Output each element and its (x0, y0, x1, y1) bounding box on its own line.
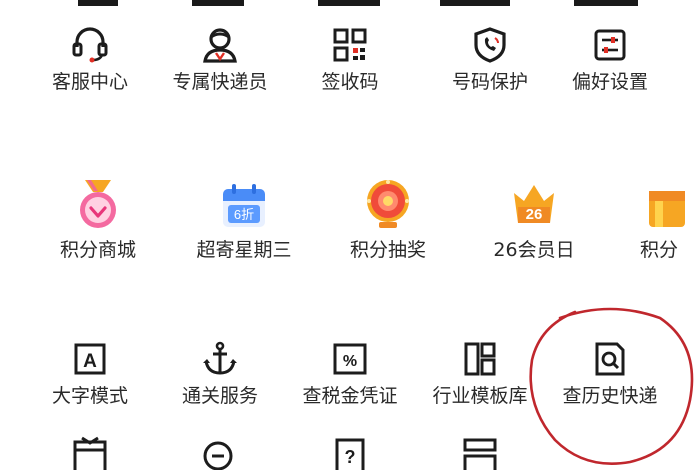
tax-receipt-icon: % (330, 340, 370, 378)
history-search-icon (590, 340, 630, 378)
anchor-icon (200, 340, 240, 378)
list-icon (460, 436, 500, 470)
medal-icon (70, 178, 126, 230)
clipped-item (574, 0, 638, 6)
crown-icon: 26 (508, 180, 560, 230)
calendar-badge: 6折 (234, 207, 254, 222)
tools-row: A 大字模式 通关服务 % 查税金凭证 行业模板库 查历史快递 (0, 340, 700, 420)
grid-item-label: 偏好设置 (571, 71, 648, 93)
big-font-glyph: A (83, 351, 97, 372)
headset-icon (70, 26, 110, 64)
template-grid-icon (460, 340, 500, 378)
crown-badge: 26 (526, 206, 543, 223)
clipped-item (440, 0, 510, 6)
points-row: 积分商城 6折 超寄星期三 积分抽奖 26 26会员日 积分 (0, 178, 700, 268)
clipped-item (318, 0, 380, 6)
tax-glyph: % (343, 353, 357, 370)
grid-item-label: 查历史快递 (562, 385, 658, 407)
partial-row: ? (0, 436, 700, 470)
qr-code-icon (330, 26, 370, 64)
grid-item-label: 号码保护 (451, 71, 528, 93)
settings-sliders-icon (590, 26, 630, 64)
clipped-item (78, 0, 118, 6)
grid-item-label: 26会员日 (493, 239, 575, 261)
lottery-wheel-icon (362, 178, 414, 230)
grid-item-label: 客服中心 (51, 71, 128, 93)
grid-item-label: 查税金凭证 (302, 385, 398, 407)
grid-item-label: 签收码 (321, 71, 379, 93)
grid-item-label: 超寄星期三 (196, 239, 292, 261)
grid-item-label: 专属快递员 (172, 71, 268, 93)
calendar-discount-icon: 6折 (219, 182, 269, 230)
zoom-out-icon (200, 436, 240, 470)
gift-box-icon (645, 182, 685, 230)
question-glyph: ? (345, 447, 356, 467)
grid-item-label: 积分商城 (59, 239, 136, 261)
shield-phone-icon (470, 26, 510, 64)
grid-item-label: 行业模板库 (432, 385, 528, 407)
question-icon: ? (330, 436, 370, 470)
grid-item-label: 大字模式 (51, 385, 128, 407)
grid-item-label: 通关服务 (181, 385, 258, 407)
clipped-item (192, 0, 244, 6)
grid-item-label: 积分 (640, 239, 679, 261)
grid-item-label: 积分抽奖 (349, 239, 426, 261)
courier-icon (200, 26, 240, 64)
gift-icon (70, 436, 110, 470)
service-row-1: 客服中心 专属快递员 签收码 号码保护 偏好设置 (0, 24, 700, 104)
big-font-icon: A (70, 340, 110, 378)
